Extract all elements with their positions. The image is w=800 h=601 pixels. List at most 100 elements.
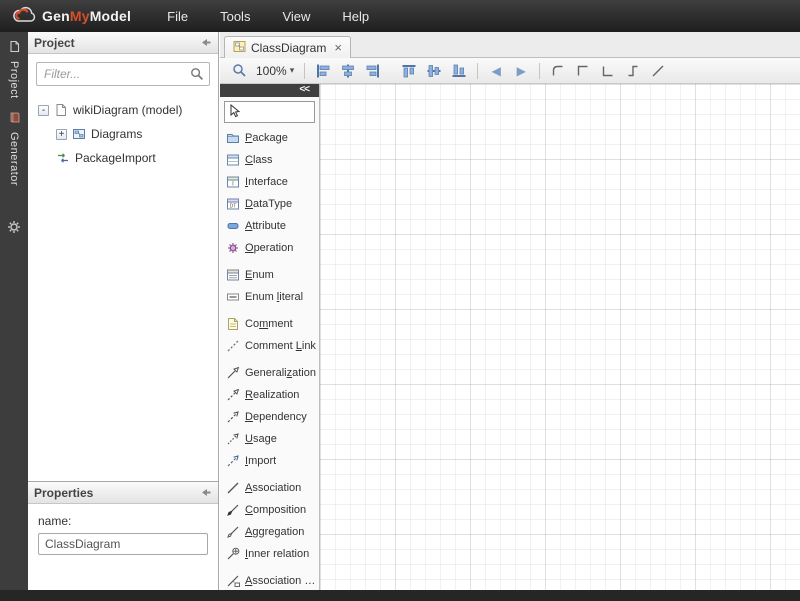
diagrams-folder-icon bbox=[72, 127, 86, 141]
composition-icon bbox=[226, 503, 240, 517]
menu-tools[interactable]: Tools bbox=[218, 5, 252, 28]
arrow-left-icon[interactable]: ◀ bbox=[485, 61, 507, 81]
tab-close-icon[interactable]: × bbox=[334, 41, 342, 54]
tree-label: PackageImport bbox=[75, 151, 156, 165]
menu-file[interactable]: File bbox=[165, 5, 190, 28]
aggregation-icon bbox=[226, 525, 240, 539]
align-top-icon[interactable] bbox=[398, 61, 420, 81]
project-tree: - wikiDiagram (model) + Diagrams Package… bbox=[28, 94, 218, 170]
palette-item-label: Operation bbox=[245, 242, 293, 254]
collapse-expander-icon[interactable]: - bbox=[38, 105, 49, 116]
palette-item-label: Dependency bbox=[245, 411, 307, 423]
zoom-icon[interactable] bbox=[228, 61, 250, 81]
connector-curved-icon[interactable] bbox=[547, 61, 569, 81]
pin-collapse-icon[interactable] bbox=[199, 36, 212, 49]
palette-item-operation[interactable]: Operation bbox=[220, 237, 319, 259]
app-logo[interactable]: GenMyModel bbox=[10, 5, 131, 28]
palette-item-label: Comment Link bbox=[245, 340, 316, 352]
palette-item-dependency[interactable]: Dependency bbox=[220, 406, 319, 428]
svg-text:DT: DT bbox=[230, 204, 237, 210]
filter-input[interactable] bbox=[36, 62, 210, 86]
palette-item-aggregation[interactable]: Aggregation bbox=[220, 521, 319, 543]
project-page-icon bbox=[8, 40, 21, 56]
name-field[interactable] bbox=[38, 533, 208, 555]
palette-item-association-cl[interactable]: Association Cl... bbox=[220, 570, 319, 590]
rail-tab-generator[interactable]: Generator bbox=[8, 111, 21, 186]
operation-icon bbox=[226, 241, 240, 255]
menu-help[interactable]: Help bbox=[340, 5, 371, 28]
model-file-icon bbox=[54, 103, 68, 117]
tree-row-diagrams[interactable]: + Diagrams bbox=[28, 122, 218, 146]
association-class-icon bbox=[226, 574, 240, 588]
align-left-icon[interactable] bbox=[312, 61, 334, 81]
palette-item-comment-link[interactable]: Comment Link bbox=[220, 335, 319, 357]
tree-label: wikiDiagram (model) bbox=[73, 103, 182, 117]
palette-item-interface[interactable]: I Interface bbox=[220, 171, 319, 193]
datatype-icon: DT bbox=[226, 197, 240, 211]
align-middle-icon[interactable] bbox=[423, 61, 445, 81]
align-bottom-icon[interactable] bbox=[448, 61, 470, 81]
editor-area: ClassDiagram × 100% ▾ ◀ ▶ bbox=[220, 32, 800, 590]
palette-item-package[interactable]: Package bbox=[220, 127, 319, 149]
cloud-logo-icon bbox=[10, 5, 38, 28]
usage-icon bbox=[226, 432, 240, 446]
palette-item-label: DataType bbox=[245, 198, 292, 210]
project-panel-header: Project bbox=[28, 32, 218, 54]
generalization-icon bbox=[226, 366, 240, 380]
line-icon[interactable] bbox=[647, 61, 669, 81]
dropdown-arrow-icon: ▾ bbox=[290, 65, 295, 76]
package-import-icon bbox=[56, 151, 70, 165]
diagram-toolbar: 100% ▾ ◀ ▶ bbox=[220, 58, 800, 84]
palette-item-label: Interface bbox=[245, 176, 288, 188]
palette-item-label: Aggregation bbox=[245, 526, 304, 538]
palette-item-import[interactable]: Import bbox=[220, 450, 319, 472]
palette-item-class[interactable]: Class bbox=[220, 149, 319, 171]
tab-classdiagram[interactable]: ClassDiagram × bbox=[224, 36, 351, 58]
interface-icon: I bbox=[226, 175, 240, 189]
palette-item-usage[interactable]: Usage bbox=[220, 428, 319, 450]
palette-item-association[interactable]: Association bbox=[220, 477, 319, 499]
pointer-tool-button[interactable] bbox=[224, 101, 315, 123]
palette-collapse-button[interactable]: << bbox=[220, 84, 319, 97]
connector-elbow-icon[interactable] bbox=[572, 61, 594, 81]
tree-row-packageimport[interactable]: PackageImport bbox=[28, 146, 218, 170]
project-panel-title: Project bbox=[34, 36, 75, 50]
palette-item-label: Composition bbox=[245, 504, 306, 516]
rail-tab-project-label: Project bbox=[8, 61, 20, 99]
gear-icon[interactable] bbox=[7, 220, 21, 237]
import-icon bbox=[226, 454, 240, 468]
palette-item-label: Package bbox=[245, 132, 288, 144]
palette-item-realization[interactable]: Realization bbox=[220, 384, 319, 406]
expand-expander-icon[interactable]: + bbox=[56, 129, 67, 140]
toolbar-separator bbox=[304, 63, 305, 79]
align-right-icon[interactable] bbox=[362, 61, 384, 81]
palette-item-inner-relation[interactable]: Inner relation bbox=[220, 543, 319, 565]
name-field-label: name: bbox=[38, 514, 208, 528]
palette-item-composition[interactable]: Composition bbox=[220, 499, 319, 521]
palette-item-label: Comment bbox=[245, 318, 293, 330]
pin-collapse-icon[interactable] bbox=[199, 486, 212, 499]
palette-item-label: Import bbox=[245, 455, 276, 467]
palette-item-datatype[interactable]: DT DataType bbox=[220, 193, 319, 215]
tree-row-wikidiagram[interactable]: - wikiDiagram (model) bbox=[28, 98, 218, 122]
palette-item-label: Association bbox=[245, 482, 301, 494]
palette-item-attribute[interactable]: Attribute bbox=[220, 215, 319, 237]
arrow-right-icon[interactable]: ▶ bbox=[510, 61, 532, 81]
filter-row bbox=[36, 62, 210, 86]
connector-step-icon[interactable] bbox=[622, 61, 644, 81]
properties-body: name: bbox=[28, 504, 218, 555]
zoom-level-select[interactable]: 100% ▾ bbox=[253, 64, 297, 78]
zoom-value: 100% bbox=[256, 64, 287, 78]
menu-view[interactable]: View bbox=[280, 5, 312, 28]
toolbar-separator bbox=[539, 63, 540, 79]
rail-tab-project[interactable]: Project bbox=[8, 40, 21, 99]
palette-item-generalization[interactable]: Generalization bbox=[220, 362, 319, 384]
palette-item-enum[interactable]: Enum bbox=[220, 264, 319, 286]
diagram-canvas[interactable] bbox=[320, 84, 800, 590]
align-center-icon[interactable] bbox=[337, 61, 359, 81]
palette-item-comment[interactable]: Comment bbox=[220, 313, 319, 335]
palette-item-label: Inner relation bbox=[245, 548, 309, 560]
palette-item-enum-literal[interactable]: Enum literal bbox=[220, 286, 319, 308]
topbar: GenMyModel File Tools View Help bbox=[0, 0, 800, 32]
connector-elbow-alt-icon[interactable] bbox=[597, 61, 619, 81]
